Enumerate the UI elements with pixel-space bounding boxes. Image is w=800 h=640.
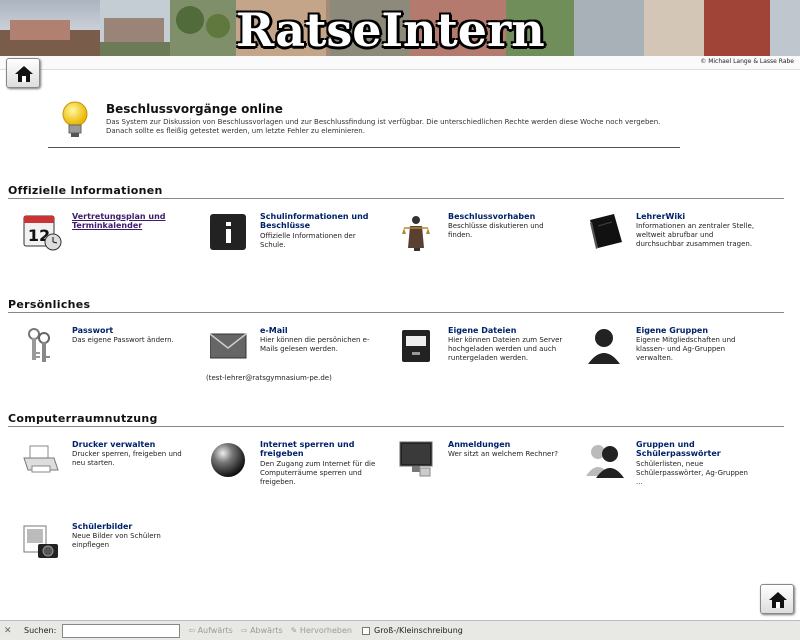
globe-icon — [211, 443, 245, 477]
find-prev-label: Abwärts — [250, 626, 283, 635]
item-description: Hier können die persönichen e-Mails gele… — [260, 336, 370, 353]
item-link[interactable]: Eigene Gruppen — [636, 326, 754, 335]
find-input[interactable] — [62, 623, 181, 638]
monitor-icon — [399, 441, 433, 477]
item-passwort[interactable]: Passwort Das eigene Passwort ändern. — [22, 326, 192, 386]
camera-icon — [23, 525, 58, 558]
item-drucker[interactable]: Drucker verwalten Drucker sperren, freig… — [22, 440, 192, 500]
find-label: Suchen: — [24, 626, 57, 635]
email-address: (test-lehrer@ratsgymnasium-pe.de) — [206, 374, 332, 382]
highlight-label: Hervorheben — [299, 626, 352, 635]
item-eigene-dateien[interactable]: Eigene Dateien Hier können Dateien zum S… — [398, 326, 568, 386]
item-link[interactable]: Drucker verwalten — [72, 440, 190, 449]
item-schulinformationen[interactable]: Schulinformationen und Beschlüsse Offizi… — [210, 212, 380, 272]
home-icon — [769, 592, 787, 608]
item-link[interactable]: Passwort — [72, 326, 190, 335]
section-divider — [8, 312, 784, 313]
calendar-icon: 12 — [23, 215, 62, 251]
item-schuelerbilder[interactable]: Schülerbilder Neue Bilder von Schülern e… — [22, 522, 192, 582]
printer-icon — [23, 445, 59, 473]
item-link[interactable]: Schülerbilder — [72, 522, 190, 531]
item-vertretungsplan[interactable]: 12 Vertretungsplan und Terminkalender — [22, 212, 192, 272]
item-description: Wer sitzt an welchem Rechner? — [448, 450, 558, 458]
section-divider — [8, 426, 784, 427]
match-case-label: Groß-/Kleinschreibung — [374, 626, 463, 635]
announcement-title: Beschlussvorgänge online — [106, 102, 283, 116]
lightbulb-icon — [62, 101, 88, 137]
justitia-icon — [402, 216, 430, 251]
item-link[interactable]: LehrerWiki — [636, 212, 754, 221]
item-gruppen-schuelerpasswoerter[interactable]: Gruppen und Schülerpasswörter Schülerlis… — [586, 440, 756, 500]
item-description: Offizielle Informationen der Schule. — [260, 232, 356, 249]
file-cabinet-icon — [402, 330, 430, 362]
item-description: Beschlüsse diskutieren und finden. — [448, 222, 544, 239]
item-link[interactable]: Beschlussvorhaben — [448, 212, 566, 221]
item-eigene-gruppen[interactable]: Eigene Gruppen Eigene Mitgliedschaften u… — [586, 326, 756, 386]
find-prev-button[interactable]: ⇨ Abwärts — [241, 626, 283, 635]
home-button-top[interactable] — [6, 58, 40, 88]
announcement: Beschlussvorgänge online Das System zur … — [48, 96, 680, 148]
banner: RatseIntern — [0, 0, 800, 56]
close-icon[interactable]: ✕ — [4, 626, 18, 636]
find-next-button[interactable]: ⇦ Aufwärts — [188, 626, 233, 635]
item-lehrerwiki[interactable]: LehrerWiki Informationen an zentraler St… — [586, 212, 756, 272]
keys-icon — [28, 328, 50, 362]
book-icon — [590, 214, 622, 249]
subbar — [0, 56, 800, 70]
checkbox-box[interactable] — [362, 626, 370, 635]
item-description: Neue Bilder von Schülern einpflegen — [72, 532, 161, 549]
highlight-button[interactable]: ✎ Hervorheben — [291, 626, 352, 635]
match-case-checkbox[interactable]: Groß-/Kleinschreibung — [362, 626, 463, 635]
banner-title: RatseIntern — [236, 3, 545, 56]
info-icon — [210, 214, 246, 250]
item-anmeldungen[interactable]: Anmeldungen Wer sitzt an welchem Rechner… — [398, 440, 568, 500]
item-beschlussvorhaben[interactable]: Beschlussvorhaben Beschlüsse diskutieren… — [398, 212, 568, 272]
item-description: Den Zugang zum Internet für die Computer… — [260, 460, 376, 486]
item-link[interactable]: Internet sperren und freigeben — [260, 440, 378, 458]
item-description: Eigene Mitgliedschaften und klassen- und… — [636, 336, 736, 362]
copyright-text: © Michael Lange & Lasse Rabe — [700, 58, 794, 65]
section-title-personal: Persönliches — [8, 298, 91, 311]
user-icon — [588, 329, 620, 364]
item-description: Informationen an zentraler Stelle, weltw… — [636, 222, 755, 248]
item-description: Drucker sperren, freigeben und neu start… — [72, 450, 182, 467]
item-link[interactable]: Vertretungsplan und Terminkalender — [72, 212, 190, 230]
item-link[interactable]: Eigene Dateien — [448, 326, 566, 335]
item-link[interactable]: Gruppen und Schülerpasswörter — [636, 440, 754, 458]
section-title-computer: Computerraumnutzung — [8, 412, 158, 425]
section-title-official: Offizielle Informationen — [8, 184, 163, 197]
item-description: Hier können Dateien zum Server hochgelad… — [448, 336, 563, 362]
item-link[interactable]: e-Mail — [260, 326, 378, 335]
find-next-label: Aufwärts — [197, 626, 233, 635]
envelope-icon — [210, 333, 247, 359]
item-internet[interactable]: Internet sperren und freigeben Den Zugan… — [210, 440, 380, 500]
announcement-text-1: Das System zur Diskussion von Beschlussv… — [106, 118, 661, 126]
item-link[interactable]: Anmeldungen — [448, 440, 566, 449]
item-description: Schülerlisten, neue Schülerpasswörter, A… — [636, 460, 748, 486]
users-icon — [586, 445, 624, 478]
section-divider — [8, 198, 784, 199]
home-button-bottom[interactable] — [760, 584, 794, 614]
home-icon — [15, 66, 33, 82]
find-bar: ✕ Suchen: ⇦ Aufwärts ⇨ Abwärts ✎ Hervorh… — [0, 620, 800, 640]
item-link[interactable]: Schulinformationen und Beschlüsse — [260, 212, 378, 230]
announcement-text-2: Danach sollte es fleißig getestet werden… — [106, 127, 365, 135]
item-description: Das eigene Passwort ändern. — [72, 336, 174, 344]
announcement-text: Das System zur Diskussion von Beschlussv… — [106, 118, 676, 136]
